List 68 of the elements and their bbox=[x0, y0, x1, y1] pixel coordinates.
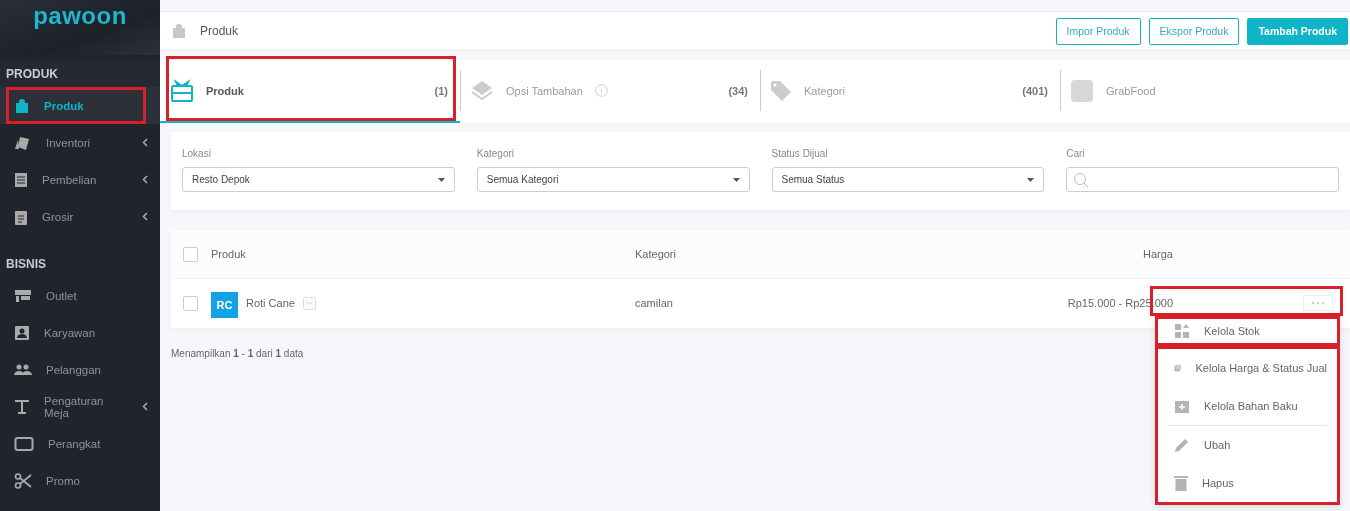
people-icon bbox=[14, 363, 32, 376]
filter-label: Status Dijual bbox=[771, 148, 829, 159]
sidebar-item[interactable]: Produk bbox=[0, 87, 160, 124]
caret-icon bbox=[1027, 177, 1035, 182]
sidebar-item[interactable]: Karyawan bbox=[0, 314, 160, 351]
checkbox[interactable] bbox=[183, 246, 198, 262]
sidebar-item[interactable]: Pembelian bbox=[0, 161, 160, 198]
sidebar-item[interactable]: Inventori bbox=[0, 124, 160, 161]
sidebar-item[interactable]: Promo bbox=[0, 462, 160, 499]
tab[interactable]: GrabFood bbox=[1060, 60, 1350, 123]
sidebar-item[interactable]: Pelanggan bbox=[0, 351, 160, 388]
select-field[interactable]: Semua Status bbox=[771, 167, 1045, 192]
bag-icon bbox=[172, 23, 186, 39]
search-field[interactable] bbox=[1066, 167, 1339, 192]
more-button[interactable] bbox=[1303, 295, 1333, 311]
column-header: Harga bbox=[1143, 248, 1173, 260]
dropdown-toggle[interactable] bbox=[302, 296, 316, 310]
layers-icon bbox=[470, 78, 494, 103]
pencil-icon bbox=[1174, 437, 1190, 453]
menu-item[interactable]: Hapus bbox=[1168, 464, 1327, 502]
page-title: Produk bbox=[200, 24, 240, 38]
section-title: BISNIS bbox=[5, 256, 47, 273]
clipboard-icon bbox=[14, 208, 28, 225]
sidebar-item[interactable]: Pengaturan Meja bbox=[0, 388, 160, 425]
header-button[interactable]: Ekspor Produk bbox=[1148, 17, 1240, 45]
column-header: Kategori bbox=[635, 248, 677, 260]
caret-icon bbox=[732, 177, 740, 182]
select-field[interactable]: Semua Kategori bbox=[476, 167, 750, 192]
bag-icon bbox=[14, 97, 30, 114]
select-field[interactable]: Resto Depok bbox=[182, 167, 455, 192]
gift-card-icon bbox=[170, 78, 194, 103]
menu-item[interactable]: Ubah bbox=[1168, 426, 1327, 464]
trash-icon bbox=[1174, 475, 1188, 491]
tablet-icon bbox=[14, 435, 34, 452]
table-icon bbox=[14, 398, 30, 415]
square-icon bbox=[1070, 78, 1094, 103]
menu-item[interactable]: Kelola Stok bbox=[1168, 319, 1327, 343]
sidebar-item[interactable]: Outlet bbox=[0, 277, 160, 314]
tag-icon bbox=[770, 79, 792, 102]
column-header: Produk bbox=[211, 248, 247, 260]
checkbox[interactable] bbox=[183, 295, 198, 311]
store-icon bbox=[14, 288, 32, 303]
table-cell-text: camilan bbox=[635, 297, 674, 309]
tab[interactable]: Produk (1) bbox=[160, 60, 460, 123]
menu-item[interactable]: Kelola Bahan Baku bbox=[1168, 387, 1327, 425]
summary-text: Menampilkan 1 - 1 dari 1 data bbox=[171, 348, 304, 359]
section-title: PRODUK bbox=[0, 61, 160, 87]
filter-label: Lokasi bbox=[182, 148, 212, 159]
caret-icon bbox=[437, 177, 445, 182]
tab[interactable]: Opsi Tambahan (34) bbox=[460, 60, 760, 123]
tab[interactable]: Kategori (401) bbox=[760, 60, 1060, 123]
product-name: Roti Cane bbox=[246, 297, 295, 309]
filter-label: Cari bbox=[1066, 148, 1086, 159]
document-icon bbox=[14, 171, 28, 188]
sidebar-item[interactable]: Perangkat bbox=[0, 425, 160, 462]
pawoon-logo: pawoon bbox=[33, 2, 127, 30]
cards-icon bbox=[14, 134, 32, 151]
box-plus-icon bbox=[1174, 398, 1190, 414]
menu-item[interactable]: Kelola Harga & Status Jual bbox=[1168, 349, 1327, 387]
chevron-down-icon bbox=[305, 301, 313, 305]
sidebar-item[interactable]: Grosir bbox=[0, 198, 160, 235]
filter-label: Kategori bbox=[476, 148, 515, 159]
blocks-icon bbox=[1174, 323, 1190, 339]
scissors-icon bbox=[14, 472, 32, 489]
id-card-icon bbox=[14, 324, 30, 341]
header-button[interactable]: Impor Produk bbox=[1055, 17, 1141, 45]
search-icon bbox=[1073, 171, 1090, 188]
product-avatar: RC bbox=[211, 292, 238, 318]
